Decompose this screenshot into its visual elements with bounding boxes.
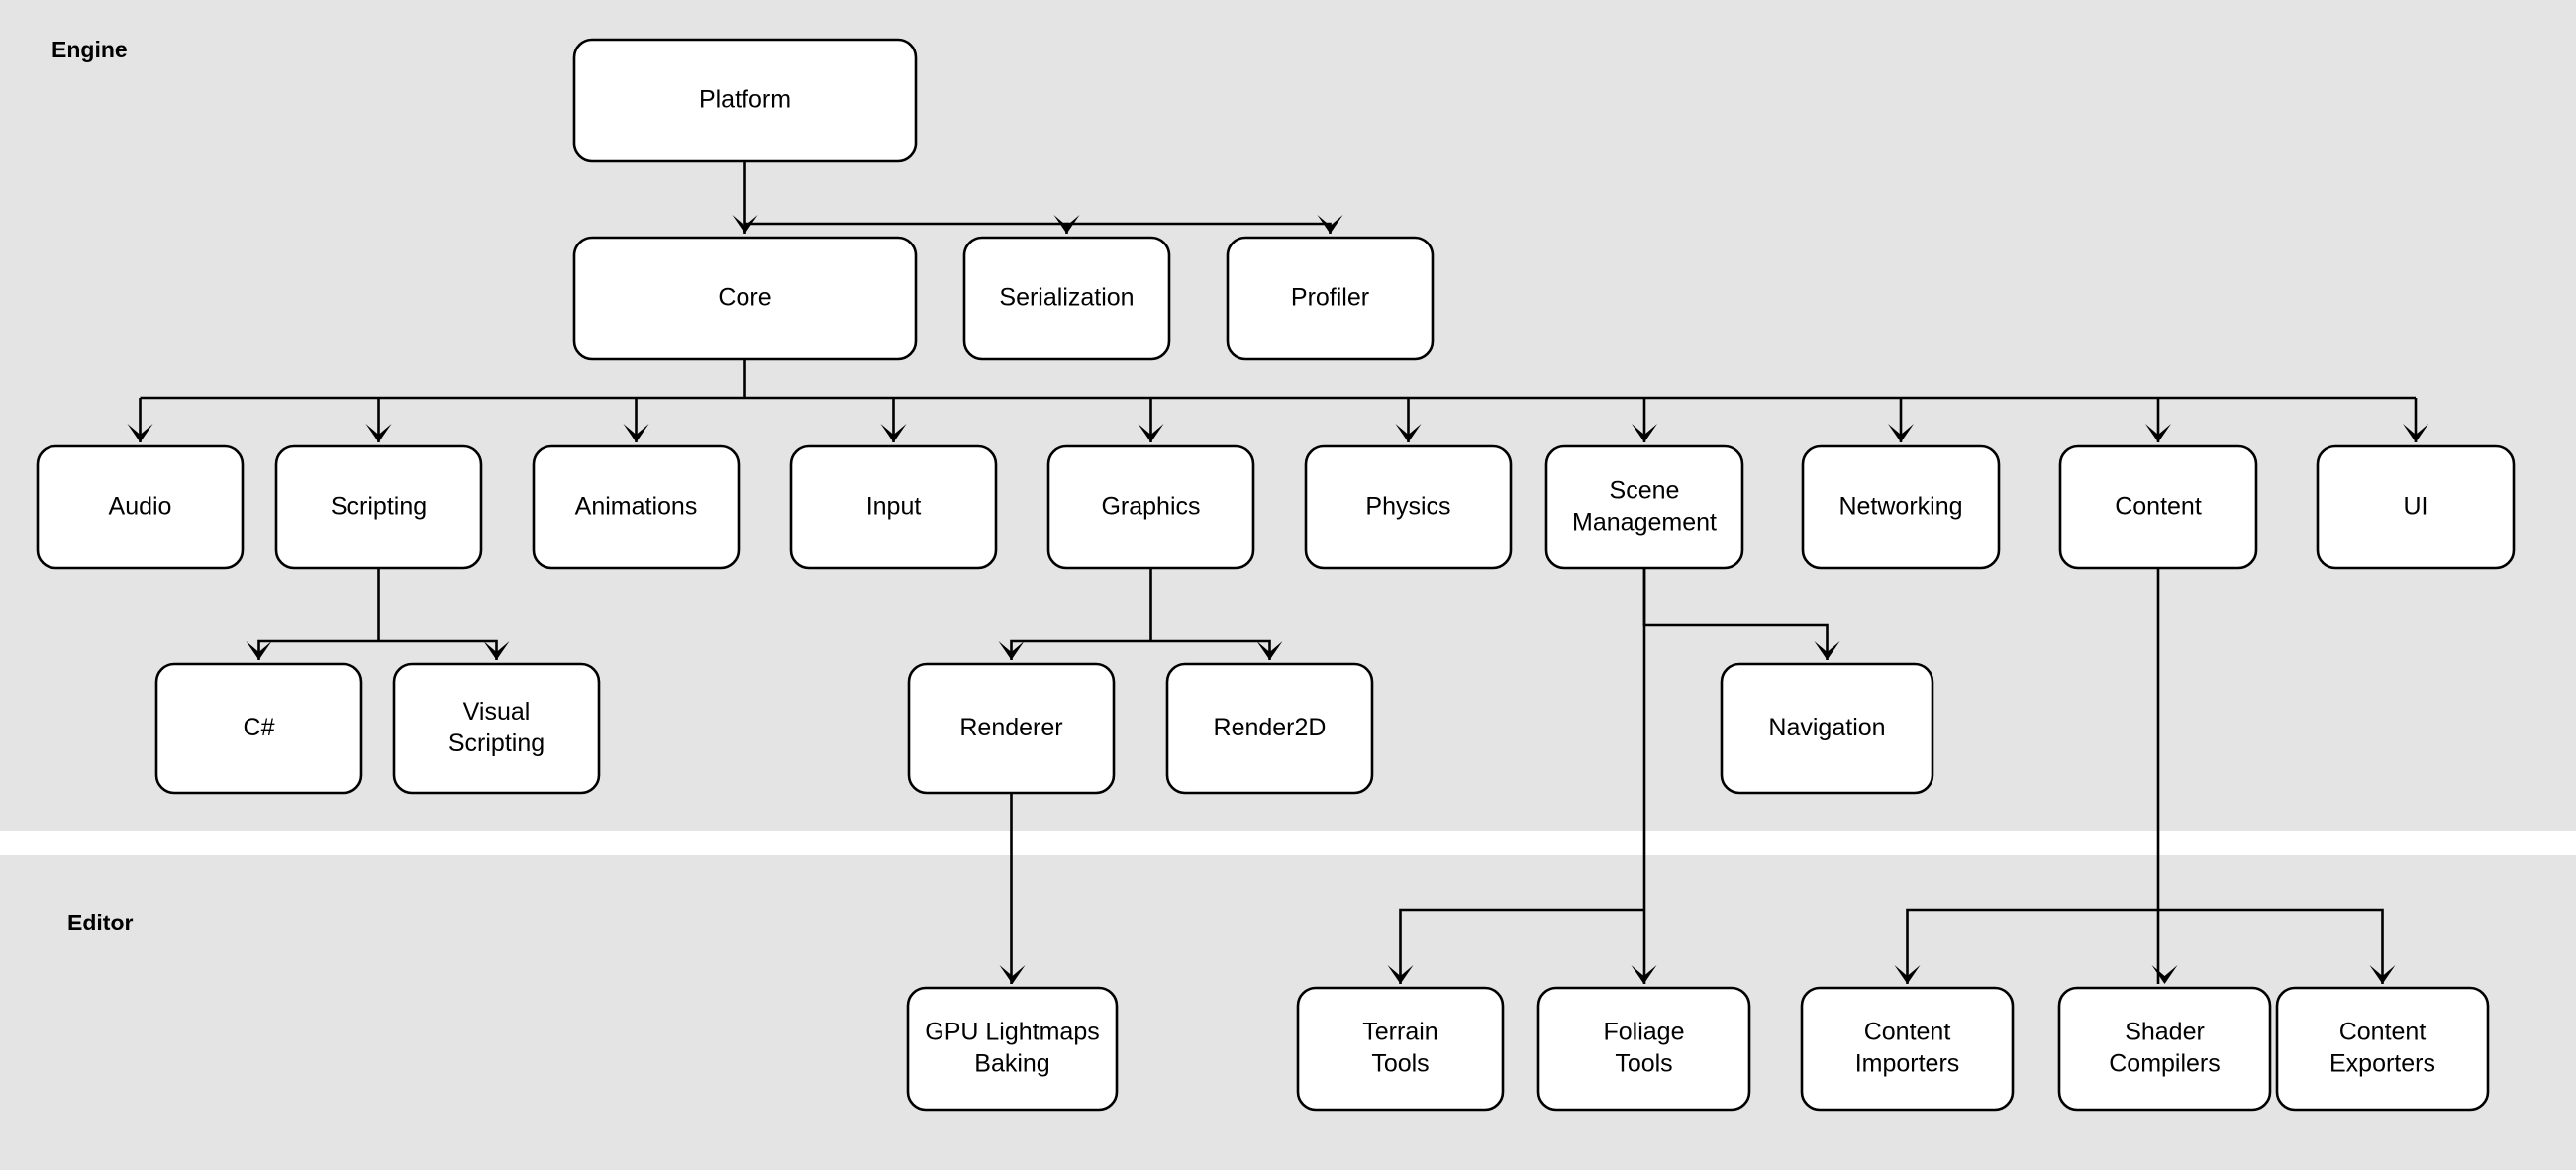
node-render2d[interactable]: Render2D	[1165, 662, 1374, 795]
diagram-canvas: Platform Core Serialization Profiler Audio Sc…	[0, 0, 2576, 1170]
node-label-render2d: Render2D	[1214, 714, 1327, 741]
node-input[interactable]: Input	[789, 444, 998, 570]
node-label-scripting: Scripting	[331, 492, 427, 520]
node-physics[interactable]: Physics	[1304, 444, 1513, 570]
node-profiler[interactable]: Profiler	[1226, 236, 1435, 361]
node-label-renderer: Renderer	[959, 714, 1062, 741]
node-networking[interactable]: Networking	[1801, 444, 2001, 570]
node-foliage-tools[interactable]: Foliage Tools	[1536, 986, 1751, 1112]
node-label-graphics: Graphics	[1101, 492, 1200, 520]
node-label-input: Input	[866, 492, 922, 520]
node-renderer[interactable]: Renderer	[907, 662, 1116, 795]
node-visual-scripting[interactable]: Visual Scripting	[392, 662, 601, 795]
node-gpu-lightmaps[interactable]: GPU Lightmaps Baking	[906, 986, 1119, 1112]
node-audio[interactable]: Audio	[36, 444, 245, 570]
node-label-physics: Physics	[1365, 492, 1450, 520]
node-label-audio: Audio	[109, 492, 172, 520]
node-animations[interactable]: Animations	[532, 444, 741, 570]
node-label-profiler: Profiler	[1291, 283, 1369, 311]
node-scene-management[interactable]: Scene Management	[1544, 444, 1744, 570]
node-navigation[interactable]: Navigation	[1720, 662, 1934, 795]
band-label-editor: Editor	[67, 910, 133, 935]
node-shader-compilers[interactable]: Shader Compilers	[2057, 986, 2272, 1112]
node-label-animations: Animations	[575, 492, 698, 520]
node-label-csharp: C#	[244, 714, 275, 741]
node-label-serialization: Serialization	[999, 283, 1134, 311]
node-ui[interactable]: UI	[2316, 444, 2516, 570]
node-serialization[interactable]: Serialization	[962, 236, 1171, 361]
node-label-navigation: Navigation	[1768, 714, 1885, 741]
node-content-exporters[interactable]: Content Exporters	[2275, 986, 2490, 1112]
node-label-ui: UI	[2404, 492, 2428, 520]
node-scripting[interactable]: Scripting	[274, 444, 483, 570]
node-label-networking: Networking	[1838, 492, 1962, 520]
node-label-platform: Platform	[699, 85, 791, 113]
band-label-engine: Engine	[51, 37, 128, 62]
node-platform[interactable]: Platform	[572, 38, 918, 163]
node-label-content: Content	[2115, 492, 2202, 520]
node-csharp[interactable]: C#	[154, 662, 363, 795]
architecture-diagram: Platform Core Serialization Profiler Audio Sc…	[0, 0, 2576, 1170]
node-terrain-tools[interactable]: Terrain Tools	[1296, 986, 1505, 1112]
node-content-importers[interactable]: Content Importers	[1800, 986, 2015, 1112]
node-content[interactable]: Content	[2058, 444, 2258, 570]
node-graphics[interactable]: Graphics	[1046, 444, 1255, 570]
node-label-core: Core	[718, 283, 771, 311]
node-core[interactable]: Core	[572, 236, 918, 361]
